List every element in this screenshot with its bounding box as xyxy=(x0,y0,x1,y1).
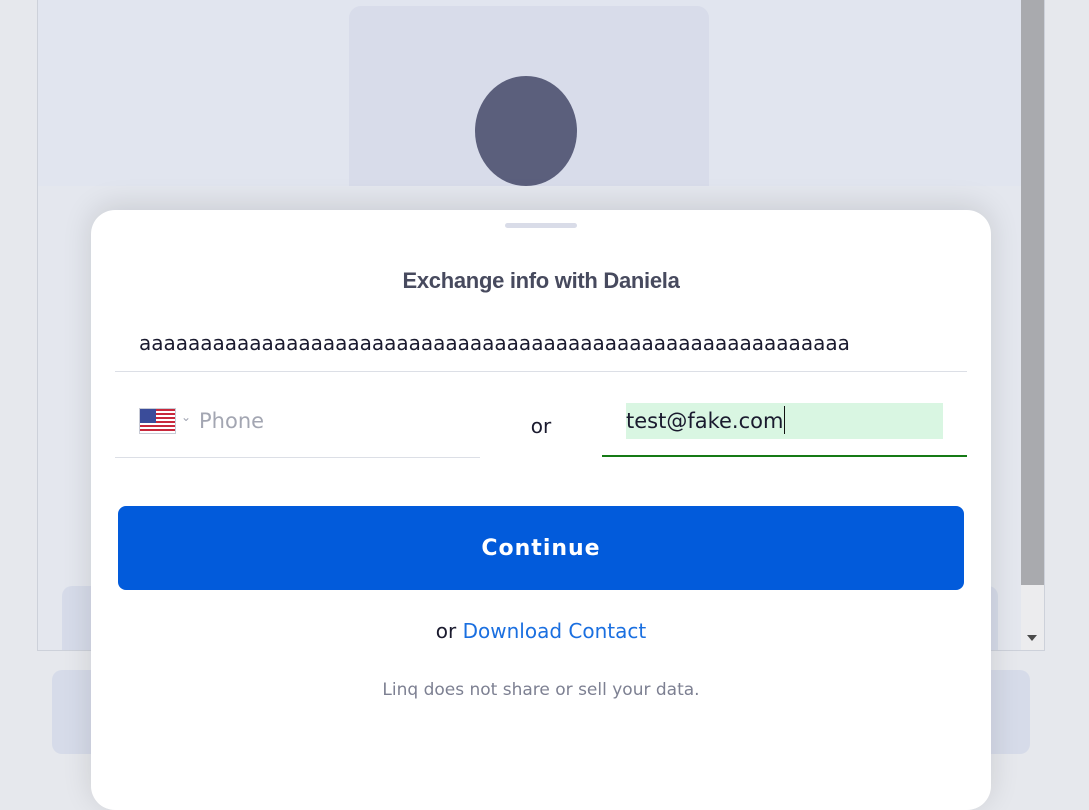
phone-field: ⌄ xyxy=(115,400,480,458)
email-field xyxy=(602,400,967,457)
download-contact-row: or Download Contact xyxy=(91,619,991,643)
modal-drag-handle[interactable] xyxy=(505,223,577,228)
name-field xyxy=(115,320,967,372)
scroll-down-arrow-icon[interactable] xyxy=(1027,635,1037,641)
phone-input[interactable] xyxy=(199,404,459,438)
privacy-note: Linq does not share or sell your data. xyxy=(382,680,700,700)
scrollbar-thumb[interactable] xyxy=(1021,0,1044,585)
name-input[interactable] xyxy=(139,328,943,358)
modal-title: Exchange info with Daniela xyxy=(402,268,680,293)
download-prefix: or xyxy=(435,619,457,643)
or-separator: or xyxy=(530,414,552,438)
chevron-down-icon[interactable]: ⌄ xyxy=(181,410,191,424)
us-flag-icon[interactable] xyxy=(139,408,176,434)
avatar-head-icon xyxy=(475,76,577,186)
exchange-info-modal: Exchange info with Daniela ⌄ or Continue… xyxy=(91,210,991,810)
continue-button[interactable]: Continue xyxy=(118,506,964,590)
download-contact-link[interactable]: Download Contact xyxy=(463,619,647,643)
flag-canton xyxy=(140,409,156,423)
vertical-scrollbar[interactable] xyxy=(1021,0,1044,650)
text-caret xyxy=(784,406,786,434)
